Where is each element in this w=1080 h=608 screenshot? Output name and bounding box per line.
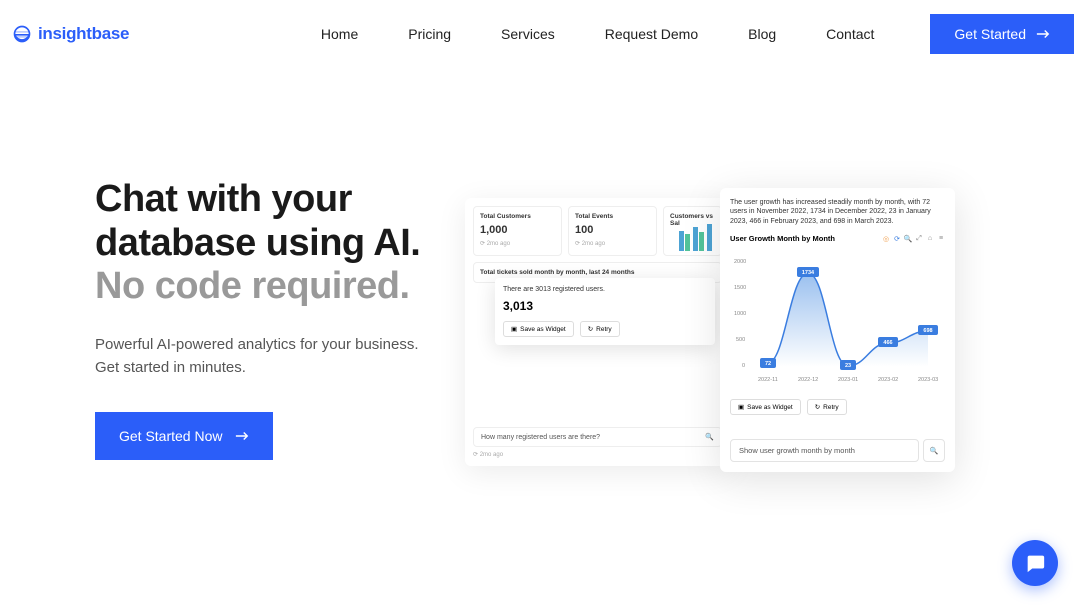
chart-save-widget-button[interactable]: ▣ Save as Widget — [730, 399, 801, 415]
chart-search-button[interactable]: 🔍 — [923, 439, 945, 462]
svg-text:2022-11: 2022-11 — [758, 377, 778, 383]
nav-pricing[interactable]: Pricing — [408, 26, 451, 42]
nav-request-demo[interactable]: Request Demo — [605, 26, 698, 42]
svg-text:2022-12: 2022-12 — [798, 377, 818, 383]
logo-text: insightbase — [38, 24, 129, 44]
hero-copy: Chat with your database using AI. No cod… — [95, 178, 455, 538]
chart-toolbar: ◎ ⟳ 🔍 ⤢ ⌂ ≡ — [882, 235, 945, 243]
stat-card-events: Total Events 100 ⟳ 2mo ago — [568, 206, 657, 256]
svg-text:2023-03: 2023-03 — [918, 377, 938, 383]
svg-text:466: 466 — [883, 340, 892, 346]
expand-icon[interactable]: ⤢ — [915, 235, 923, 243]
svg-text:1500: 1500 — [734, 285, 746, 291]
chart-preview: The user growth has increased steadily m… — [720, 188, 955, 472]
search-icon[interactable]: 🔍 — [904, 235, 912, 243]
svg-text:500: 500 — [736, 337, 745, 343]
svg-text:2023-02: 2023-02 — [878, 377, 898, 383]
nav-contact[interactable]: Contact — [826, 26, 874, 42]
hero-illustration: Total Customers 1,000 ⟳ 2mo ago Total Ev… — [465, 178, 995, 538]
stat-card-bars: Customers vs Sal — [663, 206, 722, 256]
mini-bar-chart — [677, 221, 717, 251]
svg-text:2000: 2000 — [734, 259, 746, 265]
home-icon[interactable]: ⌂ — [926, 235, 934, 243]
hero-title: Chat with your database using AI. No cod… — [95, 178, 455, 309]
get-started-label: Get Started — [954, 26, 1026, 42]
svg-text:1734: 1734 — [802, 270, 815, 276]
answer-text: There are 3013 registered users. — [503, 286, 707, 293]
chart-svg: 2000 1500 1000 500 0 2022-11 2022-12 202… — [730, 249, 945, 389]
svg-text:698: 698 — [923, 328, 932, 334]
nav-services[interactable]: Services — [501, 26, 555, 42]
hero-subtitle: No code required. — [95, 265, 410, 307]
hero-paragraph: Powerful AI-powered analytics for your b… — [95, 333, 455, 380]
refresh-icon[interactable]: ⟳ — [893, 235, 901, 243]
hero-title-line2: database using AI. — [95, 222, 420, 264]
get-started-button[interactable]: Get Started — [930, 14, 1074, 54]
nav-home[interactable]: Home — [321, 26, 358, 42]
chat-icon — [1024, 552, 1046, 574]
answer-modal: There are 3013 registered users. 3,013 ▣… — [495, 278, 715, 345]
answer-value: 3,013 — [503, 299, 707, 313]
target-icon[interactable]: ◎ — [882, 235, 890, 243]
logo-icon — [12, 24, 32, 44]
svg-text:23: 23 — [845, 363, 851, 369]
get-started-now-button[interactable]: Get Started Now — [95, 412, 273, 460]
stat-card-customers: Total Customers 1,000 ⟳ 2mo ago — [473, 206, 562, 256]
dashboard-query-input[interactable]: How many registered users are there? 🔍 — [473, 427, 722, 447]
main-nav: Home Pricing Services Request Demo Blog … — [321, 26, 875, 42]
chart-retry-button[interactable]: ↻ Retry — [807, 399, 847, 415]
svg-text:1000: 1000 — [734, 311, 746, 317]
chart-query-input[interactable]: Show user growth month by month — [730, 439, 919, 462]
chat-widget-button[interactable] — [1012, 540, 1058, 586]
logo[interactable]: insightbase — [12, 24, 129, 44]
svg-text:2023-01: 2023-01 — [838, 377, 858, 383]
menu-icon[interactable]: ≡ — [937, 235, 945, 243]
arrow-right-icon — [1036, 29, 1050, 39]
arrow-right-icon — [235, 431, 249, 441]
chart-title: User Growth Month by Month — [730, 234, 835, 243]
search-icon: 🔍 — [705, 433, 714, 441]
svg-text:0: 0 — [742, 363, 745, 369]
get-started-now-label: Get Started Now — [119, 428, 223, 444]
chart-description: The user growth has increased steadily m… — [730, 198, 945, 226]
svg-text:72: 72 — [765, 361, 771, 367]
save-as-widget-button[interactable]: ▣ Save as Widget — [503, 321, 574, 337]
retry-button[interactable]: ↻ Retry — [580, 321, 620, 337]
dashboard-footer-meta: ⟳ 2mo ago — [473, 451, 722, 458]
nav-blog[interactable]: Blog — [748, 26, 776, 42]
hero-title-line1: Chat with your — [95, 178, 352, 220]
